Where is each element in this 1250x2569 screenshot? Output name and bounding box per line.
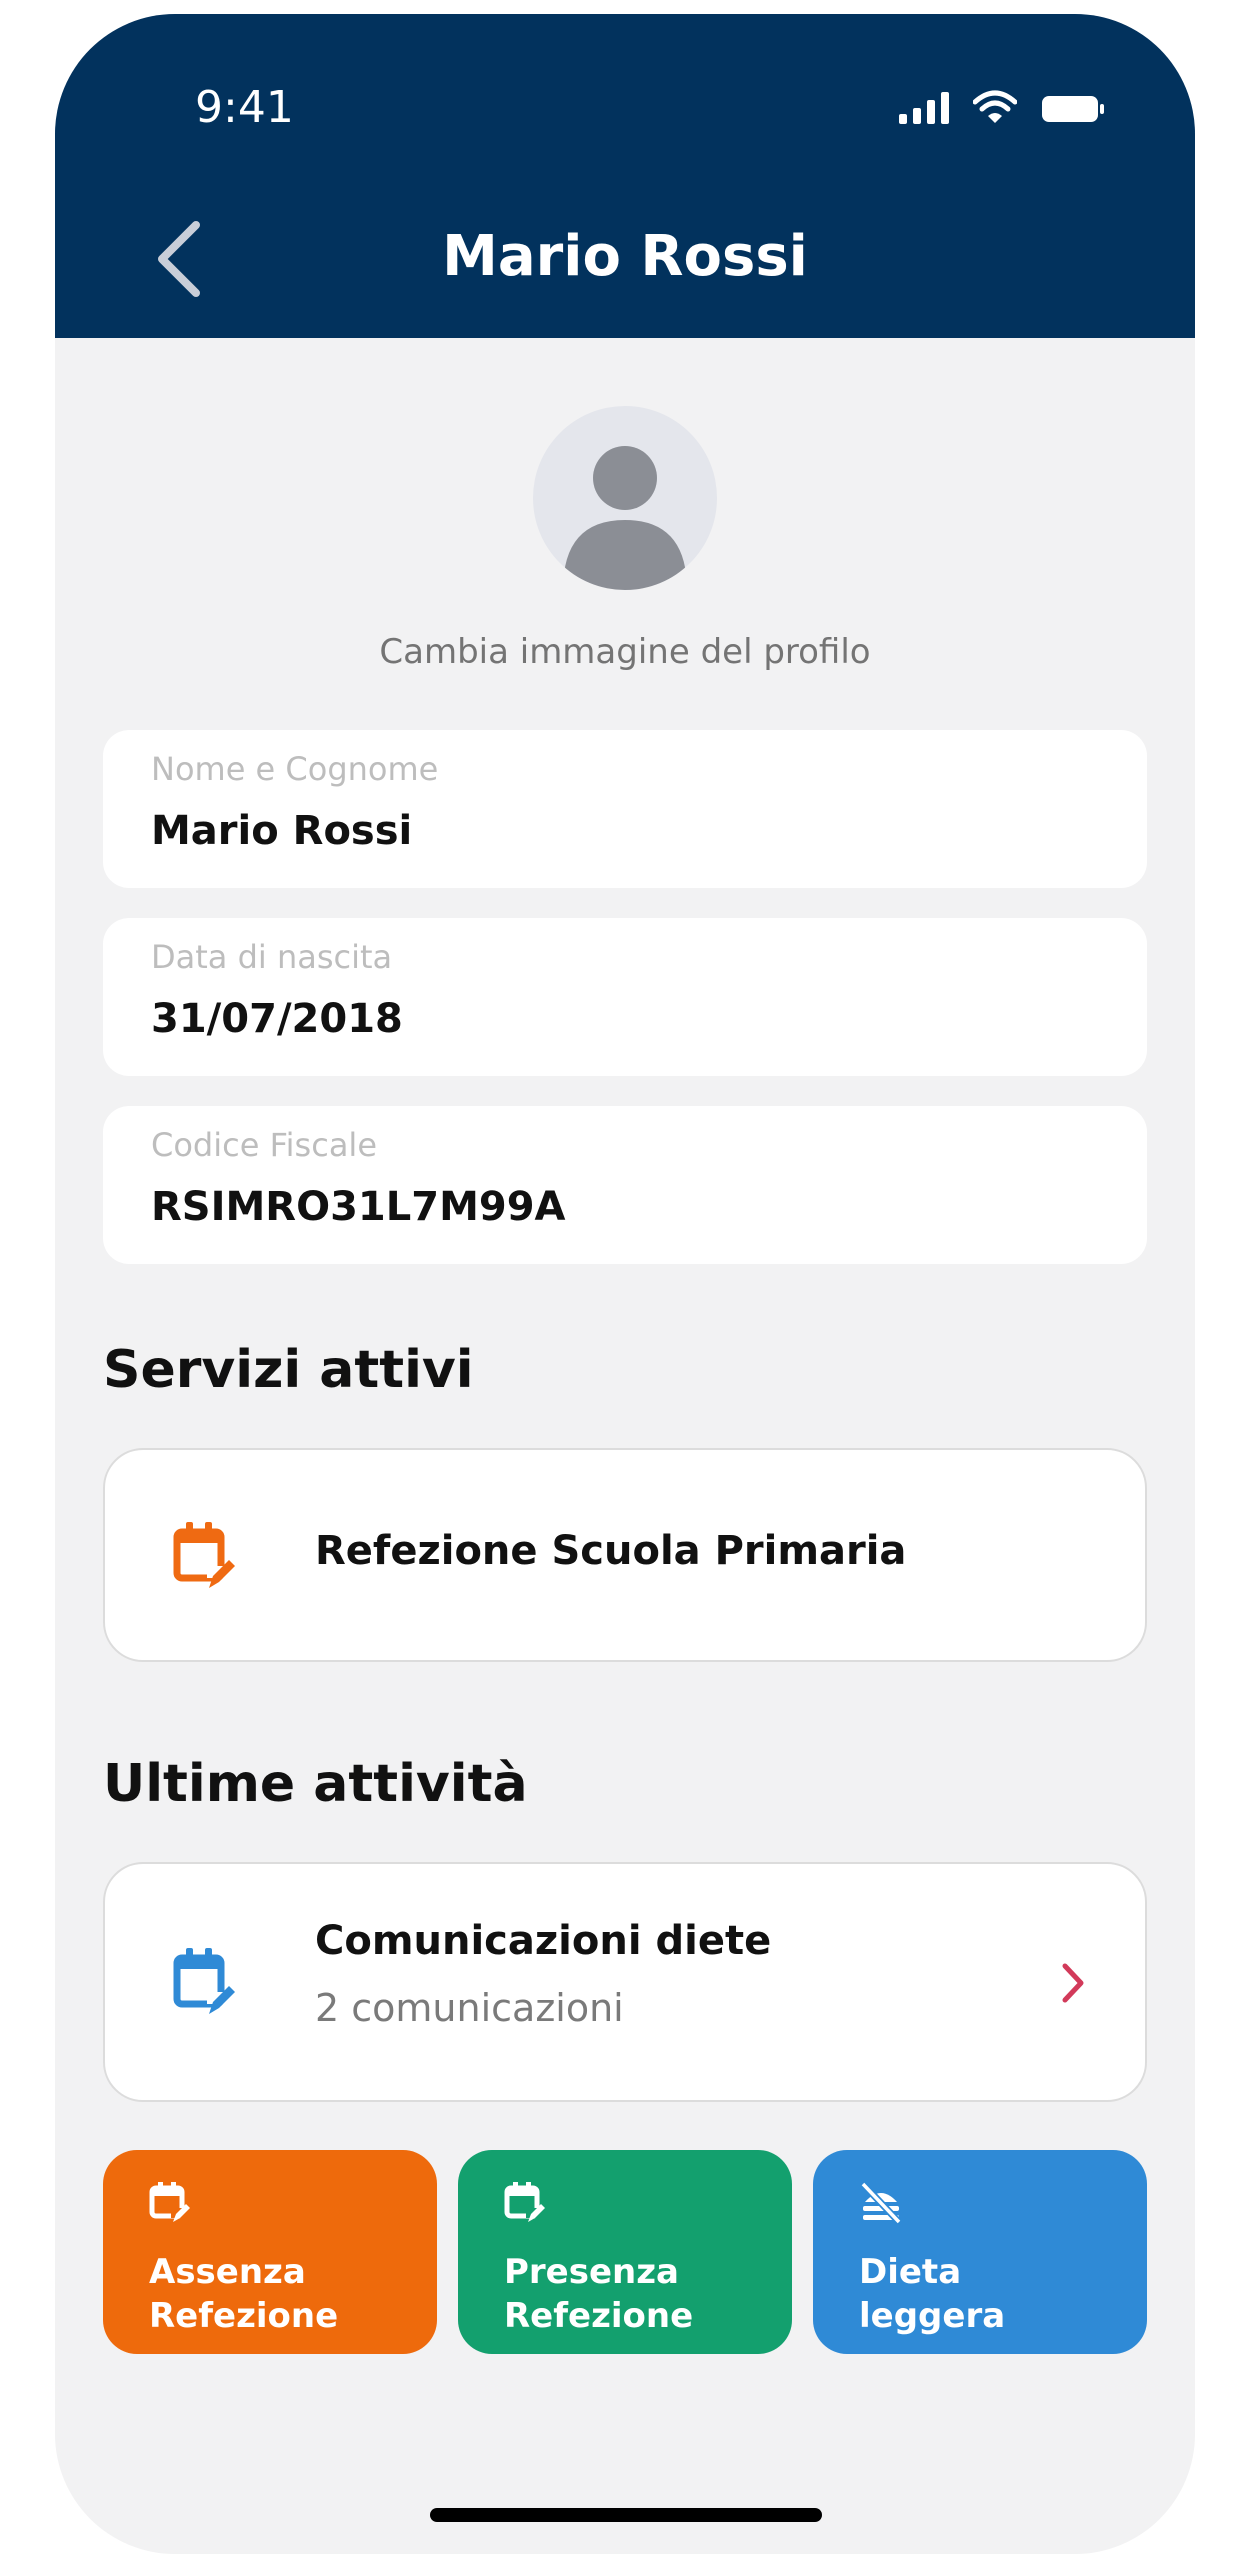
calendar-edit-icon bbox=[504, 2182, 548, 2222]
field-value: Mario Rossi bbox=[151, 808, 413, 854]
field-label: Data di nascita bbox=[151, 938, 393, 976]
wifi-icon bbox=[973, 90, 1017, 124]
phone-screen: 9:41 Mario Rossi Cambia immagine del pro… bbox=[55, 14, 1195, 2554]
service-label: Refezione Scuola Primaria bbox=[315, 1528, 907, 1574]
activity-title: Comunicazioni diete bbox=[315, 1918, 772, 1964]
battery-icon bbox=[1041, 94, 1105, 124]
status-time: 9:41 bbox=[195, 82, 294, 133]
home-indicator bbox=[430, 2508, 822, 2522]
tile-label: Presenza Refezione bbox=[504, 2252, 694, 2336]
calendar-edit-icon bbox=[149, 2182, 193, 2222]
change-photo-link[interactable]: Cambia immagine del profilo bbox=[55, 632, 1195, 672]
birthdate-field: Data di nascita 31/07/2018 bbox=[103, 918, 1147, 1076]
absence-button[interactable]: Assenza Refezione bbox=[103, 2150, 437, 2354]
activities-section-title: Ultime attività bbox=[103, 1754, 528, 1814]
signal-icon bbox=[899, 92, 949, 124]
service-card[interactable]: Refezione Scuola Primaria bbox=[103, 1448, 1147, 1662]
field-label: Codice Fiscale bbox=[151, 1126, 377, 1164]
attendance-button[interactable]: Presenza Refezione bbox=[458, 2150, 792, 2354]
status-icons bbox=[899, 90, 1105, 124]
activity-card[interactable]: Comunicazioni diete 2 comunicazioni bbox=[103, 1862, 1147, 2102]
tile-label: Dieta leggera bbox=[859, 2252, 1006, 2336]
light-diet-button[interactable]: Dieta leggera bbox=[813, 2150, 1147, 2354]
activity-subtitle: 2 comunicazioni bbox=[315, 1986, 624, 2030]
user-icon bbox=[563, 446, 687, 590]
calendar-edit-icon bbox=[173, 1522, 235, 1588]
chevron-right-icon bbox=[1062, 1963, 1084, 2003]
tile-label: Assenza Refezione bbox=[149, 2252, 339, 2336]
field-label: Nome e Cognome bbox=[151, 750, 439, 788]
services-section-title: Servizi attivi bbox=[103, 1340, 474, 1400]
page-title: Mario Rossi bbox=[442, 224, 808, 289]
no-food-icon bbox=[860, 2181, 902, 2224]
header: 9:41 Mario Rossi bbox=[55, 14, 1195, 338]
calendar-edit-icon bbox=[173, 1948, 235, 2014]
name-field: Nome e Cognome Mario Rossi bbox=[103, 730, 1147, 888]
field-value: 31/07/2018 bbox=[151, 996, 403, 1042]
tax-code-field: Codice Fiscale RSIMRO31L7M99A bbox=[103, 1106, 1147, 1264]
field-value: RSIMRO31L7M99A bbox=[151, 1184, 566, 1230]
avatar[interactable] bbox=[533, 406, 717, 590]
